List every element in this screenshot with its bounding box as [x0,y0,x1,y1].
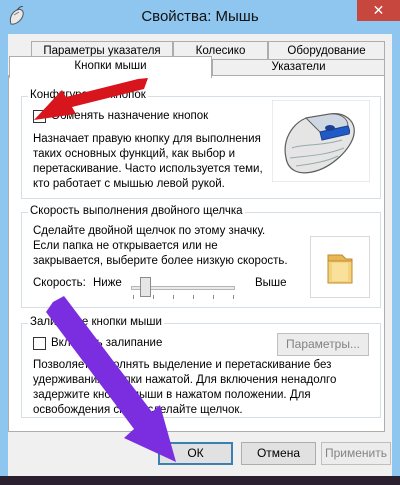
apply-button[interactable]: Применить [321,442,391,465]
swap-buttons-label: Обменять назначение кнопок [51,110,209,122]
click-lock-line-3: задержите кнопку мыши в нажатом положени… [33,389,311,401]
slider-tick [213,295,214,299]
tab-buttons[interactable]: Кнопки мыши [9,56,212,78]
mouse-properties-window: Свойства: Мышь ✕ Параметры указателя Кол… [0,0,400,476]
speed-low-label: Ниже [93,277,122,289]
double-click-line-2: Если папка не открывается или не [33,240,218,252]
ok-button[interactable]: ОК [158,442,233,465]
tab-hardware[interactable]: Оборудование [268,41,385,61]
double-click-test-area[interactable] [310,236,370,298]
window-title: Свойства: Мышь [141,8,259,25]
close-button[interactable]: ✕ [357,0,400,21]
click-lock-line-2: удерживания кнопки нажатой. Для включени… [33,374,337,386]
button-config-line-1: Назначает правую кнопку для выполнения [33,133,261,145]
speed-high-label: Выше [255,277,287,289]
slider-tick [133,295,134,299]
double-click-line-3: закрывается, выберите более низкую скоро… [33,255,288,267]
slider-tick [173,295,174,299]
tab-pointers[interactable]: Указатели [212,59,385,76]
click-lock-label: Включить залипание [51,337,163,349]
click-lock-title: Залипание кнопки мыши [28,316,164,328]
cancel-button[interactable]: Отмена [241,442,316,465]
close-icon: ✕ [372,2,385,18]
speed-slider-thumb[interactable] [140,277,152,297]
mouse-illustration-icon [272,100,370,182]
slider-tick [193,295,194,299]
button-config-line-3: перетаскивание. Часто используется теми, [33,163,263,175]
slider-tick [153,295,154,299]
button-config-title: Конфигурация кнопок [28,89,148,101]
swap-buttons-checkbox[interactable] [33,110,46,123]
double-click-line-1: Сделайте двойной щелчок по этому значку. [33,225,266,237]
folder-icon[interactable] [322,251,358,287]
click-lock-line-4: освобождения снова сделайте щелчок. [33,404,243,416]
double-click-title: Скорость выполнения двойного щелчка [28,205,245,217]
button-config-line-4: кто работает с мышью левой рукой. [33,178,225,190]
click-lock-settings-button[interactable]: Параметры... [277,333,369,356]
slider-tick [233,295,234,299]
click-lock-checkbox[interactable] [33,337,46,350]
speed-label: Скорость: [33,277,86,289]
click-lock-line-1: Позволяет выполнять выделение и перетаск… [33,359,332,371]
title-bar[interactable]: Свойства: Мышь ✕ [0,0,400,34]
button-config-line-2: таких основных функций, как выбор и [33,148,236,160]
